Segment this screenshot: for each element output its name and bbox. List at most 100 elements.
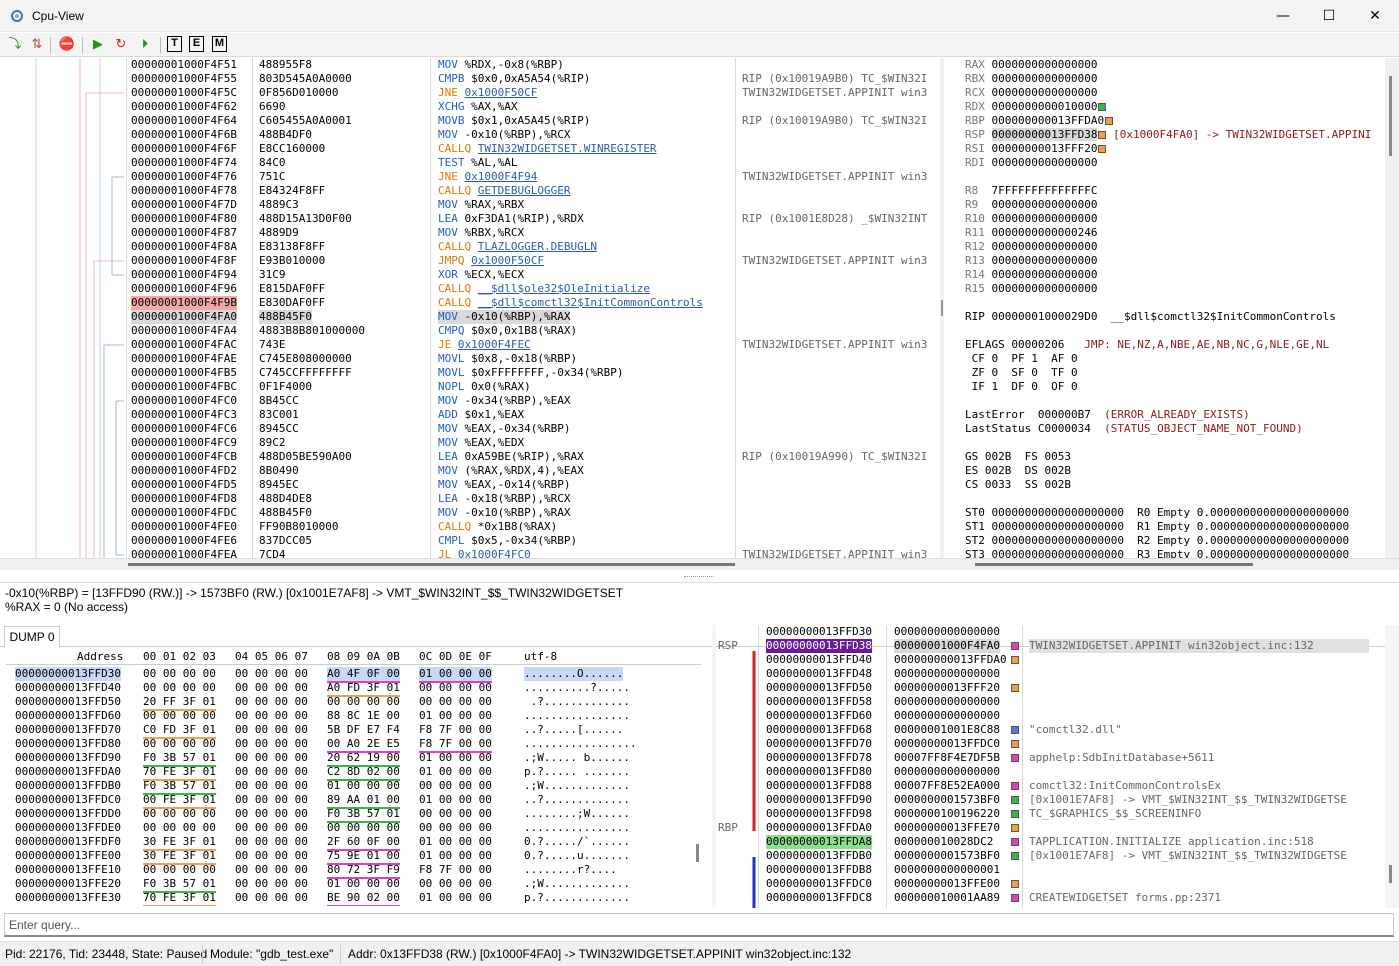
register-row[interactable]: R15 0000000000000000 — [965, 282, 1097, 296]
toggle-t-button[interactable]: T — [167, 36, 182, 52]
asm-row[interactable]: 00000001000F4FE6 837DCC05 CMPL $0x5,-0x34(… — [0, 534, 940, 548]
dump-row[interactable]: 00000000013FFD60 00 00 00 00 00 00 00 00 88… — [0, 709, 712, 723]
dump-row[interactable]: 00000000013FFDE0 00 00 00 00 00 00 00 00 00… — [0, 821, 712, 835]
stack-row[interactable]: 00000000013FFD98 0000000100196220 TC_$GRAP… — [716, 807, 1384, 821]
asm-row[interactable]: 00000001000F4FD2 8B0490 MOV (%RAX,%RDX,4),… — [0, 464, 940, 478]
dump-row[interactable]: 00000000013FFDD0 00 00 00 00 00 00 00 00 F0… — [0, 807, 712, 823]
register-row[interactable]: R12 0000000000000000 — [965, 240, 1097, 254]
asm-row[interactable]: 00000001000F4FB5 C745CCFFFFFFFF MOVL $0xFF… — [0, 366, 940, 380]
run-icon[interactable]: ▶ — [89, 36, 107, 54]
asm-row[interactable]: 00000001000F4FE0 FF90B8010000 CALLQ *0x1B8… — [0, 520, 940, 534]
memory-dump-pane[interactable]: Address 00 01 02 03 04 05 06 07 08 09 0A… — [0, 648, 712, 906]
stack-row[interactable]: 00000000013FFD90 0000000001573BF0 [0x1001E… — [716, 793, 1384, 807]
horizontal-scrollbar[interactable] — [0, 558, 1399, 570]
dump-row[interactable]: 00000000013FFDB0 F0 3B 57 01 00 00 00 00 01… — [0, 779, 712, 795]
stack-row[interactable]: 00000000013FFD40 000000000013FFDA0 — [716, 653, 1384, 667]
stack-row[interactable]: 00000000013FFD78 00007FF8F4E7DF5B apphelp:… — [716, 751, 1384, 765]
asm-row[interactable]: 00000001000F4FC3 83C001 ADD $0x1,%EAX — [0, 408, 940, 422]
dump-row[interactable]: 00000000013FFD70 C0 FD 3F 01 00 00 00 00 5B… — [0, 723, 712, 739]
tab-dump-0[interactable]: DUMP 0 — [4, 626, 60, 648]
dump-row[interactable]: 00000000013FFD30 00 00 00 00 00 00 00 00 A0… — [0, 667, 712, 683]
asm-row[interactable]: 00000001000F4F5C 0F856D010000 JNE 0x1000F5… — [0, 86, 940, 100]
stack-row[interactable]: 00000000013FFDC0 00000000013FFE00 — [716, 877, 1384, 891]
register-row[interactable]: R11 0000000000000246 — [965, 226, 1097, 240]
dump-row[interactable]: 00000000013FFE00 30 FE 3F 01 00 00 00 00 75… — [0, 849, 712, 865]
stop-icon[interactable]: ⛔ — [58, 36, 76, 54]
stack-row[interactable]: 00000000013FFD58 0000000000000000 — [716, 695, 1384, 709]
asm-row[interactable]: 00000001000F4F55 803D545A0A0000 CMPB $0x0,… — [0, 72, 940, 86]
register-row[interactable]: R10 0000000000000000 — [965, 212, 1097, 226]
registers-scrollbar[interactable] — [1385, 58, 1399, 558]
stack-pane[interactable]: 00000000013FFD30 0000000000000000 RSP 00000… — [716, 625, 1384, 908]
stack-row[interactable]: RBP 00000000013FFDA0 00000000013FFE70 — [716, 821, 1384, 835]
asm-row[interactable]: 00000001000F4FEA 7CD4 JL 0x1000F4FC0 TWIN32… — [0, 548, 940, 558]
stack-row[interactable]: 00000000013FFD30 0000000000000000 — [716, 625, 1384, 639]
register-row[interactable]: R14 0000000000000000 — [965, 268, 1097, 282]
asm-row[interactable]: 00000001000F4F9B E830DAF0FF CALLQ __$dll$c… — [0, 296, 940, 310]
asm-row[interactable]: 00000001000F4F8A E83138F8FF CALLQ TLAZLOGG… — [0, 240, 940, 254]
stack-row[interactable]: 00000000013FFD80 0000000000000000 — [716, 765, 1384, 779]
asm-row[interactable]: 00000001000F4F7D 4889C3 MOV %RAX,%RBX — [0, 198, 940, 212]
stack-row[interactable]: 00000000013FFDB0 0000000001573BF0 [0x1001E… — [716, 849, 1384, 863]
stack-row[interactable]: 00000000013FFD68 00000001001E8C88 "comctl3… — [716, 723, 1384, 737]
toggle-m-button[interactable]: M — [212, 36, 227, 52]
asm-row[interactable]: 00000001000F4F6F E8CC160000 CALLQ TWIN32WI… — [0, 142, 940, 156]
asm-row[interactable]: 00000001000F4FA0 488B45F0 MOV -0x10(%RBP),… — [0, 310, 940, 324]
register-row[interactable]: R8 7FFFFFFFFFFFFFFC — [965, 184, 1097, 198]
asm-row[interactable]: 00000001000F4F51 488955F8 MOV %RDX,-0x8(%R… — [0, 58, 940, 72]
stack-row[interactable]: 00000000013FFD70 00000000013FFDC0 — [716, 737, 1384, 751]
run-to-cursor-icon[interactable]: ⏵ — [136, 36, 154, 54]
dump-row[interactable]: 00000000013FFD80 00 00 00 00 00 00 00 00 00… — [0, 737, 712, 753]
dump-row[interactable]: 00000000013FFDC0 00 FE 3F 01 00 00 00 00 89… — [0, 793, 712, 809]
asm-row[interactable]: 00000001000F4FDC 488B45F0 MOV -0x10(%RBP),… — [0, 506, 940, 520]
register-row[interactable]: RBP 000000000013FFDA0 — [965, 114, 1114, 128]
asm-row[interactable]: 00000001000F4F8F E93B010000 JMPQ 0x1000F50… — [0, 254, 940, 268]
registers-pane[interactable]: RAX 0000000000000000 RBX 0000000000000000… — [945, 58, 1385, 558]
vertical-splitter[interactable] — [940, 58, 944, 558]
register-row[interactable]: RDX 0000000000010000 — [965, 100, 1107, 114]
asm-row[interactable]: 00000001000F4FBC 0F1F4000 NOPL 0x0(%RAX) — [0, 380, 940, 394]
stack-row[interactable]: 00000000013FFDB8 0000000000000001 — [716, 863, 1384, 877]
dump-row[interactable]: 00000000013FFE10 00 00 00 00 00 00 00 00 80… — [0, 863, 712, 879]
asm-row[interactable]: 00000001000F4F62 6690 XCHG %AX,%AX — [0, 100, 940, 114]
maximize-button[interactable]: ☐ — [1306, 0, 1352, 32]
asm-row[interactable]: 00000001000F4F96 E815DAF0FF CALLQ __$dll$o… — [0, 282, 940, 296]
asm-row[interactable]: 00000001000F4F87 4889D9 MOV %RBX,%RCX — [0, 226, 940, 240]
query-input[interactable]: Enter query... — [4, 913, 1394, 937]
horizontal-splitter[interactable] — [0, 571, 1399, 583]
asm-row[interactable]: 00000001000F4F6B 488B4DF0 MOV -0x10(%RBP),… — [0, 128, 940, 142]
asm-row[interactable]: 00000001000F4FA4 4883B8B801000000 CMPQ $0x… — [0, 324, 940, 338]
asm-row[interactable]: 00000001000F4FD5 8945EC MOV %EAX,-0x14(%RB… — [0, 478, 940, 492]
register-row[interactable]: RSP 00000000013FFD38 [0x1000F4FA0] -> TW… — [965, 128, 1371, 142]
stack-row[interactable]: 00000000013FFD60 0000000000000000 — [716, 709, 1384, 723]
stack-row[interactable]: RSP 00000000013FFD38 00000001000F4FA0 TWIN3… — [716, 639, 1384, 653]
dump-row[interactable]: 00000000013FFD90 F0 3B 57 01 00 00 00 00 20… — [0, 751, 712, 767]
asm-row[interactable]: 00000001000F4FC0 8B45CC MOV -0x34(%RBP),%E… — [0, 394, 940, 408]
register-row[interactable]: RAX 0000000000000000 — [965, 58, 1097, 72]
asm-row[interactable]: 00000001000F4FC6 8945CC MOV %EAX,-0x34(%RB… — [0, 422, 940, 436]
register-row[interactable]: R13 0000000000000000 — [965, 254, 1097, 268]
disassembly-pane[interactable]: 00000001000F4F51 488955F8 MOV %RDX,-0x8(%R… — [0, 58, 940, 558]
asm-row[interactable]: 00000001000F4F78 E84324F8FF CALLQ GETDEBUG… — [0, 184, 940, 198]
close-button[interactable]: ✕ — [1352, 0, 1398, 32]
dump-row[interactable]: 00000000013FFDF0 30 FE 3F 01 00 00 00 00 2F… — [0, 835, 712, 851]
stack-row[interactable]: 00000000013FFDC8 000000010001AA89 CREATEWI… — [716, 891, 1384, 905]
asm-row[interactable]: 00000001000F4F76 751C JNE 0x1000F4F94 TWIN3… — [0, 170, 940, 184]
dump-scroll-thumb[interactable] — [696, 844, 699, 862]
eflags-register[interactable]: EFLAGS 00000206 JMP: NE,NZ,A,NBE,AE,NB,N… — [965, 338, 1329, 352]
stack-row[interactable]: 00000000013FFD48 0000000000000000 — [716, 667, 1384, 681]
asm-row[interactable]: 00000001000F4FCB 488D05BE590A00 LEA 0xA59B… — [0, 450, 940, 464]
rip-register[interactable]: RIP 00000001000029D0 __$dll$comctl32$Ini… — [965, 310, 1336, 324]
asm-row[interactable]: 00000001000F4F94 31C9 XOR %ECX,%ECX — [0, 268, 940, 282]
asm-row[interactable]: 00000001000F4FD8 488D4DE8 LEA -0x18(%RBP),… — [0, 492, 940, 506]
register-row[interactable]: RSI 00000000013FFF20 — [965, 142, 1107, 156]
asm-row[interactable]: 00000001000F4F74 84C0 TEST %AL,%AL — [0, 156, 940, 170]
asm-row[interactable]: 00000001000F4FAC 743E JE 0x1000F4FEC TWIN32… — [0, 338, 940, 352]
asm-row[interactable]: 00000001000F4FC9 89C2 MOV %EAX,%EDX — [0, 436, 940, 450]
register-row[interactable]: RDI 0000000000000000 — [965, 156, 1097, 170]
register-row[interactable]: RBX 0000000000000000 — [965, 72, 1097, 86]
dump-row[interactable]: 00000000013FFDA0 70 FE 3F 01 00 00 00 00 C2… — [0, 765, 712, 781]
dump-row[interactable]: 00000000013FFD50 20 FF 3F 01 00 00 00 00 00… — [0, 695, 712, 711]
asm-row[interactable]: 00000001000F4F80 488D15A13D0F00 LEA 0xF3DA… — [0, 212, 940, 226]
restart-icon[interactable]: ↻ — [112, 36, 130, 54]
